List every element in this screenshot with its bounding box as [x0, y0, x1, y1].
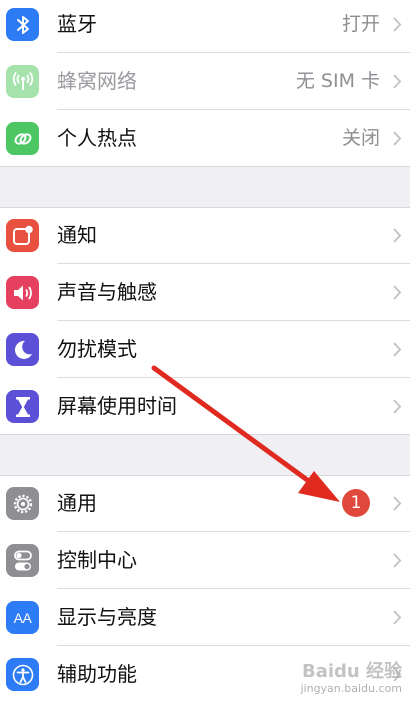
update-badge: 1	[342, 489, 370, 517]
chevron-right-icon	[393, 228, 402, 243]
hotspot-value: 关闭	[341, 127, 380, 149]
dnd-row[interactable]: 勿扰模式	[0, 321, 410, 378]
bluetooth-icon	[6, 8, 39, 41]
hotspot-label: 个人热点	[57, 126, 137, 150]
watermark: Baidu 经验 jingyan.baidu.com	[300, 662, 402, 696]
cellular-label: 蜂窝网络	[57, 69, 137, 93]
chevron-right-icon	[393, 285, 402, 300]
bluetooth-row[interactable]: 蓝牙 打开	[0, 0, 410, 53]
watermark-url: jingyan.baidu.com	[300, 682, 402, 695]
dnd-label: 勿扰模式	[57, 337, 137, 361]
toggles-icon	[6, 544, 39, 577]
accessibility-icon	[6, 658, 39, 691]
hotspot-link-icon	[6, 122, 39, 155]
notifications-icon	[6, 219, 39, 252]
connectivity-group: 蓝牙 打开 蜂窝网络 无 SIM 卡 个人热点 关闭	[0, 0, 410, 167]
sounds-row[interactable]: 声音与触感	[0, 264, 410, 321]
sounds-label: 声音与触感	[57, 280, 157, 304]
chevron-right-icon	[393, 610, 402, 625]
hotspot-row[interactable]: 个人热点 关闭	[0, 110, 410, 167]
chevron-right-icon	[393, 399, 402, 414]
general-label: 通用	[57, 491, 97, 515]
notifications-group: 通知 声音与触感 勿扰模式 屏幕使用时间	[0, 207, 410, 435]
chevron-right-icon	[393, 496, 402, 511]
chevron-right-icon	[393, 74, 402, 89]
bluetooth-label: 蓝牙	[57, 12, 97, 36]
speaker-icon	[6, 276, 39, 309]
moon-icon	[6, 333, 39, 366]
bluetooth-value: 打开	[341, 13, 380, 35]
hourglass-icon	[6, 390, 39, 423]
text-size-glyph: AA	[13, 609, 32, 626]
chevron-right-icon	[393, 342, 402, 357]
notifications-label: 通知	[57, 223, 97, 247]
control-center-row[interactable]: 控制中心	[0, 532, 410, 589]
cellular-antenna-icon	[6, 65, 39, 98]
chevron-right-icon	[393, 17, 402, 32]
chevron-right-icon	[393, 553, 402, 568]
cellular-value: 无 SIM 卡	[295, 70, 380, 92]
screentime-label: 屏幕使用时间	[57, 394, 177, 418]
watermark-brand: Baidu 经验	[301, 661, 402, 682]
notifications-row[interactable]: 通知	[0, 207, 410, 264]
cellular-row[interactable]: 蜂窝网络 无 SIM 卡	[0, 53, 410, 110]
screentime-row[interactable]: 屏幕使用时间	[0, 378, 410, 435]
display-label: 显示与亮度	[57, 605, 157, 629]
group-divider	[0, 434, 410, 435]
gear-icon	[6, 487, 39, 520]
general-row[interactable]: 通用 1	[0, 475, 410, 532]
accessibility-label: 辅助功能	[57, 662, 137, 686]
text-size-icon: AA	[6, 601, 39, 634]
chevron-right-icon	[393, 131, 402, 146]
control-center-label: 控制中心	[57, 548, 137, 572]
group-divider	[0, 166, 410, 167]
display-row[interactable]: AA 显示与亮度	[0, 589, 410, 646]
